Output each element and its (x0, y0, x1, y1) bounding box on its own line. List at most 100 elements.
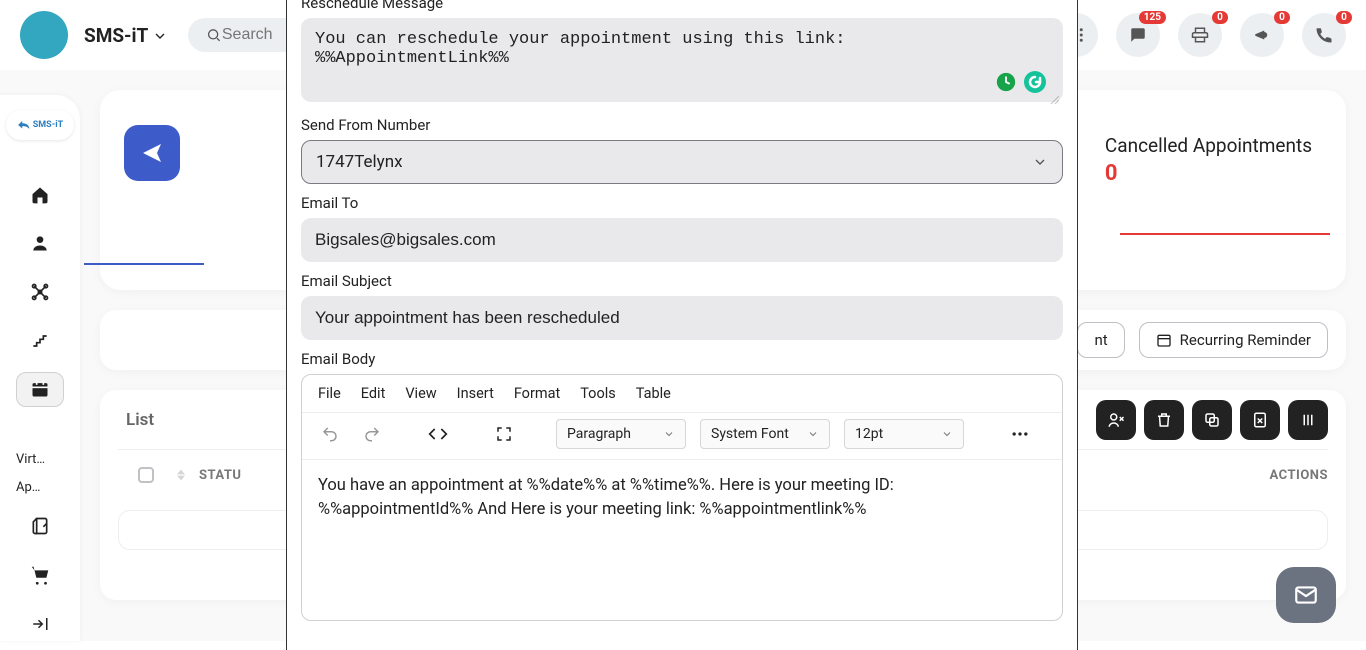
rail-exit[interactable] (16, 606, 64, 641)
rail-calendar[interactable] (16, 372, 64, 407)
cancelled-title: Cancelled Appointments (1105, 134, 1312, 157)
send-icon (140, 141, 164, 165)
recurring-reminder-button[interactable]: Recurring Reminder (1139, 322, 1328, 358)
rail-network[interactable] (16, 275, 64, 310)
more-button[interactable] (1006, 420, 1034, 448)
topbar-right: 125 0 0 0 (1054, 0, 1346, 70)
network-icon (30, 282, 50, 302)
phone-icon (1315, 26, 1333, 44)
floating-mail-button[interactable] (1276, 567, 1336, 623)
menu-edit[interactable]: Edit (361, 385, 386, 402)
more-horizontal-icon (1010, 424, 1030, 444)
partial-button[interactable]: nt (1077, 322, 1124, 358)
trash-icon (1155, 411, 1173, 429)
fullscreen-button[interactable] (490, 420, 518, 448)
action-remove-user[interactable] (1096, 400, 1136, 440)
steps-icon (30, 331, 50, 351)
mail-icon (1293, 582, 1319, 608)
avatar[interactable] (20, 11, 68, 59)
email-subject-label: Email Subject (301, 272, 1063, 290)
grammarly-icon[interactable] (1023, 70, 1047, 98)
email-to-input[interactable] (301, 218, 1063, 262)
announce-button[interactable]: 0 (1240, 13, 1284, 57)
reschedule-modal: Reschedule Message Send From Number 1747… (286, 0, 1078, 650)
assistant-green-icon[interactable] (995, 71, 1017, 97)
notes-icon (30, 516, 50, 536)
calendar-small-icon (1156, 332, 1172, 348)
col-actions: ACTIONS (1270, 468, 1328, 483)
code-button[interactable] (424, 420, 452, 448)
undo-icon (321, 425, 339, 443)
file-x-icon (1251, 411, 1269, 429)
editor-menubar: File Edit View Insert Format Tools Table (302, 375, 1062, 413)
chevron-down-icon (941, 428, 953, 440)
chevron-down-icon (663, 428, 675, 440)
email-to-label: Email To (301, 194, 1063, 212)
reschedule-message-textarea[interactable] (301, 18, 1063, 102)
calendar-icon (30, 379, 50, 399)
chevron-down-icon (1032, 154, 1048, 170)
rail-text-appointments[interactable]: Ap… (16, 480, 64, 494)
redo-button[interactable] (358, 420, 386, 448)
email-body-label: Email Body (301, 350, 1063, 368)
fullscreen-icon (495, 425, 513, 443)
menu-file[interactable]: File (318, 385, 341, 402)
action-delete[interactable] (1144, 400, 1184, 440)
rail-steps[interactable] (16, 323, 64, 358)
undo-button[interactable] (316, 420, 344, 448)
cancelled-underline (1120, 233, 1330, 235)
exit-icon (31, 615, 49, 633)
menu-table[interactable]: Table (636, 385, 671, 402)
paragraph-select[interactable]: Paragraph (556, 419, 686, 449)
print-badge: 0 (1212, 11, 1228, 24)
brand-name: SMS-iT (84, 24, 148, 47)
megaphone-icon (1253, 26, 1271, 44)
send-from-label: Send From Number (301, 116, 1063, 134)
announce-badge: 0 (1274, 11, 1290, 24)
brand-dropdown-icon[interactable] (148, 26, 168, 45)
action-copy[interactable] (1192, 400, 1232, 440)
menu-insert[interactable]: Insert (457, 385, 494, 402)
send-button[interactable] (124, 125, 180, 181)
user-x-icon (1107, 411, 1125, 429)
action-columns[interactable] (1288, 400, 1328, 440)
code-icon (428, 424, 448, 444)
rail-user[interactable] (16, 226, 64, 261)
copy-icon (1203, 411, 1221, 429)
app-background: SMS-iT 125 0 0 (0, 0, 1366, 641)
sidebar-logo: SMS-iT (6, 110, 74, 140)
phone-badge: 0 (1336, 11, 1352, 24)
home-icon (30, 185, 50, 205)
cancelled-block: Cancelled Appointments 0 (1105, 134, 1312, 186)
redo-icon (363, 425, 381, 443)
email-subject-input[interactable] (301, 296, 1063, 340)
chevron-down-icon (807, 428, 819, 440)
fontsize-select[interactable]: 12pt (844, 419, 964, 449)
sort-icon[interactable] (177, 469, 185, 481)
print-button[interactable]: 0 (1178, 13, 1222, 57)
col-status: STATU (199, 468, 241, 483)
menu-format[interactable]: Format (514, 385, 560, 402)
rail-home[interactable] (16, 177, 64, 212)
font-select[interactable]: System Font (700, 419, 830, 449)
chat-button[interactable]: 125 (1116, 13, 1160, 57)
phone-button[interactable]: 0 (1302, 13, 1346, 57)
cancelled-count: 0 (1105, 161, 1312, 186)
left-rail: Virt… Ap… (0, 95, 80, 641)
rail-text-virtual[interactable]: Virt… (16, 452, 64, 466)
rail-cart[interactable] (16, 558, 64, 593)
editor-toolbar: Paragraph System Font 12pt (302, 413, 1062, 460)
send-from-select[interactable]: 1747Telynx (301, 140, 1063, 184)
editor-body[interactable]: You have an appointment at %%date%% at %… (302, 460, 1062, 620)
menu-tools[interactable]: Tools (580, 385, 616, 402)
rich-text-editor: File Edit View Insert Format Tools Table (301, 374, 1063, 621)
action-export[interactable] (1240, 400, 1280, 440)
select-all-checkbox[interactable] (138, 467, 154, 483)
menu-view[interactable]: View (405, 385, 436, 402)
tab-list[interactable]: List (118, 410, 162, 430)
printer-icon (1191, 26, 1209, 44)
resize-handle-icon[interactable] (1049, 94, 1059, 104)
user-icon (30, 233, 50, 253)
search-icon (206, 26, 222, 44)
rail-notes[interactable] (16, 509, 64, 544)
